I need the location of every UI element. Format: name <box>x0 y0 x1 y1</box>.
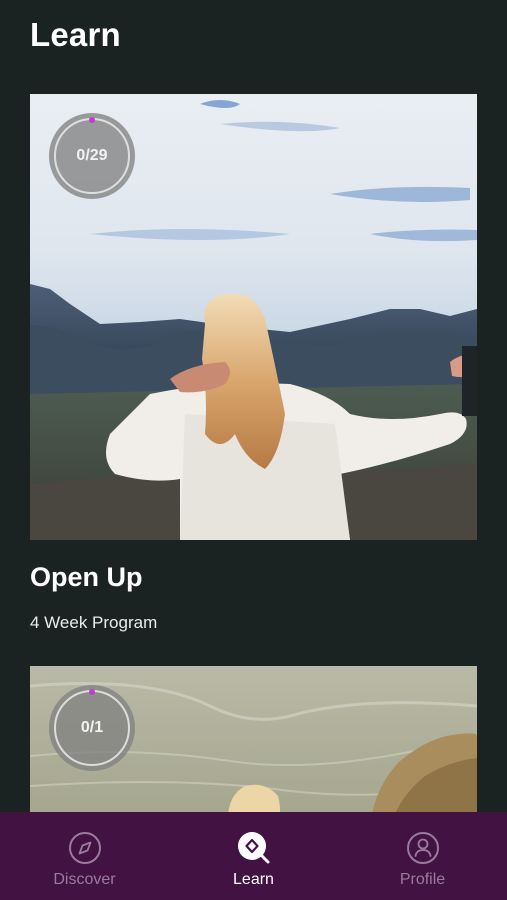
bottom-nav: Discover Learn Profile <box>0 812 507 900</box>
nav-label-profile: Profile <box>399 871 446 888</box>
program-card-image[interactable]: 0/29 <box>30 94 477 540</box>
page-title: Learn <box>30 16 121 53</box>
nav-item-discover[interactable]: Discover <box>0 812 169 900</box>
nav-item-profile[interactable]: Profile <box>338 812 507 900</box>
progress-count: 0/1 <box>80 719 104 736</box>
nav-label-discover: Discover <box>53 871 116 888</box>
program-subtitle: 4 Week Program <box>30 613 158 632</box>
nav-item-learn[interactable]: Learn <box>169 812 338 900</box>
learn-search-icon <box>237 832 269 864</box>
compass-icon <box>68 832 101 864</box>
profile-icon <box>406 832 439 864</box>
progress-count: 0/29 <box>76 147 108 164</box>
progress-ring: 0/29 <box>49 113 135 199</box>
program-title[interactable]: Open Up <box>30 562 143 593</box>
nav-label-learn: Learn <box>233 871 274 888</box>
progress-ring: 0/1 <box>49 685 135 771</box>
program-card-image[interactable]: 0/1 <box>30 666 477 826</box>
